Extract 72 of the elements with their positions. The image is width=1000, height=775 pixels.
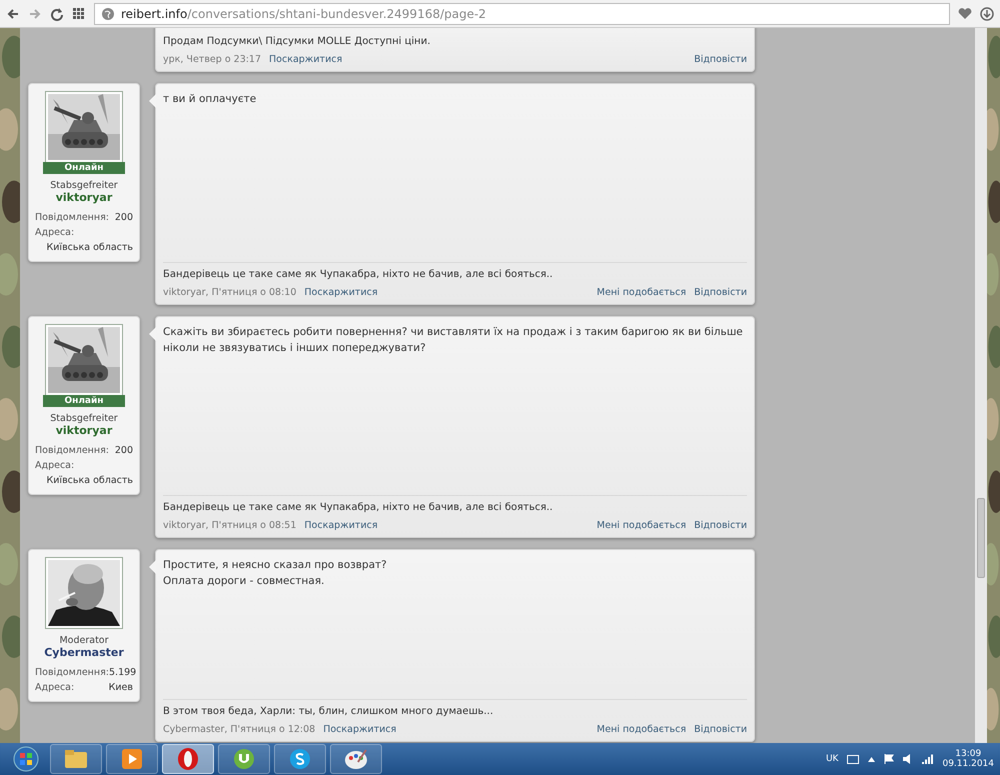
heart-icon[interactable] [958,6,972,20]
play-icon [121,748,143,770]
avatar[interactable] [45,324,123,396]
stat-label: Адреса: [35,682,74,693]
reply-link[interactable]: Відповісти [694,286,747,298]
like-link[interactable]: Мені подобається [596,724,686,734]
signature-text: Бандерівець це таке саме як Чупакабра, ніхто не бачив, але всі бояться.. [163,495,747,513]
keyboard-icon[interactable] [847,754,860,764]
address-field[interactable]: reibert.info/conversations/shtani-bundesver.2499168/page-2 [94,2,950,24]
globe-icon [101,6,115,20]
stat-label: Адреса: [35,460,74,471]
ring-icon [177,747,199,771]
stat-value: Київська область [46,242,133,253]
username-link[interactable]: Cybermaster [44,646,124,659]
stat-label: Повідомлення: [35,212,109,223]
user-rank: Stabsgefreiter [50,413,118,424]
online-badge: Онлайн [43,395,125,407]
report-link[interactable]: Поскаржитися [304,520,378,530]
username-link[interactable]: viktoryar [56,191,112,204]
stat-value: 5.199 [109,667,136,678]
post-meta: viktoryar, П'ятниця о 08:10 [163,286,296,298]
apps-grid-icon[interactable] [72,6,86,20]
palette-icon [344,748,368,770]
back-icon[interactable] [6,6,20,20]
stat-label: Повідомлення: [35,445,109,456]
stat-label: Адреса: [35,227,74,238]
message-text: Простите, я неясно сказал про возврат? [163,558,388,573]
report-link[interactable]: Поскаржитися [304,286,378,298]
windows-logo-icon [13,746,39,772]
caret-icon[interactable] [868,756,876,762]
message-text: Оплата дороги - совместная. [163,574,326,589]
signature-text: Бандерівець це таке саме як Чупакабра, ніхто не бачив, але всі бояться.. [163,262,747,280]
post-meta: Cybermaster, П'ятниця о 12:08 [163,724,316,734]
speech-pointer [149,560,156,574]
skype-icon [289,748,311,770]
reload-icon[interactable] [50,6,64,20]
scrollbar-thumb[interactable] [977,498,985,578]
folder-icon [64,749,88,769]
username-link[interactable]: viktoryar [56,424,112,437]
language-indicator[interactable]: UK [826,754,838,764]
speech-pointer [149,327,156,341]
stat-value: 200 [114,445,133,456]
clock-time[interactable]: 13:09 [955,749,982,759]
signal-icon[interactable] [922,754,934,764]
user-rank: Stabsgefreiter [50,180,118,191]
flag-icon[interactable] [884,754,894,764]
message-text: Скажіть ви збираєтесь робити повернення? чи виставляти їх на продаж і з таким баригою як ви більше ніколи не звязуватись і інших попереджувати? [163,325,744,356]
online-badge: Онлайн [43,162,125,174]
speech-pointer [149,94,156,108]
like-link[interactable]: Мені подобається [596,286,686,298]
message-text: т ви й оплачуєте [163,92,258,107]
stat-label: Повідомлення: [35,667,109,678]
avatar[interactable] [45,557,123,629]
stat-value: 200 [114,212,133,223]
stat-value: Киев [108,682,133,693]
report-link[interactable]: Поскаржитися [323,724,396,734]
signature-text: Продам Подсумки\ Підсумки MOLLE Доступні ціни. [163,35,432,47]
stat-value: Київська область [46,475,133,486]
reply-link[interactable]: Відповісти [694,54,747,64]
clock-date[interactable]: 09.11.2014 [942,759,994,769]
post-meta: viktoryar, П'ятниця о 08:51 [163,520,296,530]
torrent-icon [233,748,255,770]
user-rank: Moderator [59,635,109,646]
reply-link[interactable]: Відповісти [694,520,747,530]
reply-link[interactable]: Відповісти [694,724,747,734]
post-meta: урк, Четвер о 23:17 [163,54,262,64]
taskbar-app-button[interactable] [162,744,214,774]
download-icon[interactable] [980,6,994,20]
signature-text: В этом твоя беда, Харли: ты, блин, слишком много думаешь... [163,699,747,717]
report-link[interactable]: Поскаржитися [269,54,342,64]
like-link[interactable]: Мені подобається [596,520,686,530]
avatar[interactable] [45,91,123,163]
